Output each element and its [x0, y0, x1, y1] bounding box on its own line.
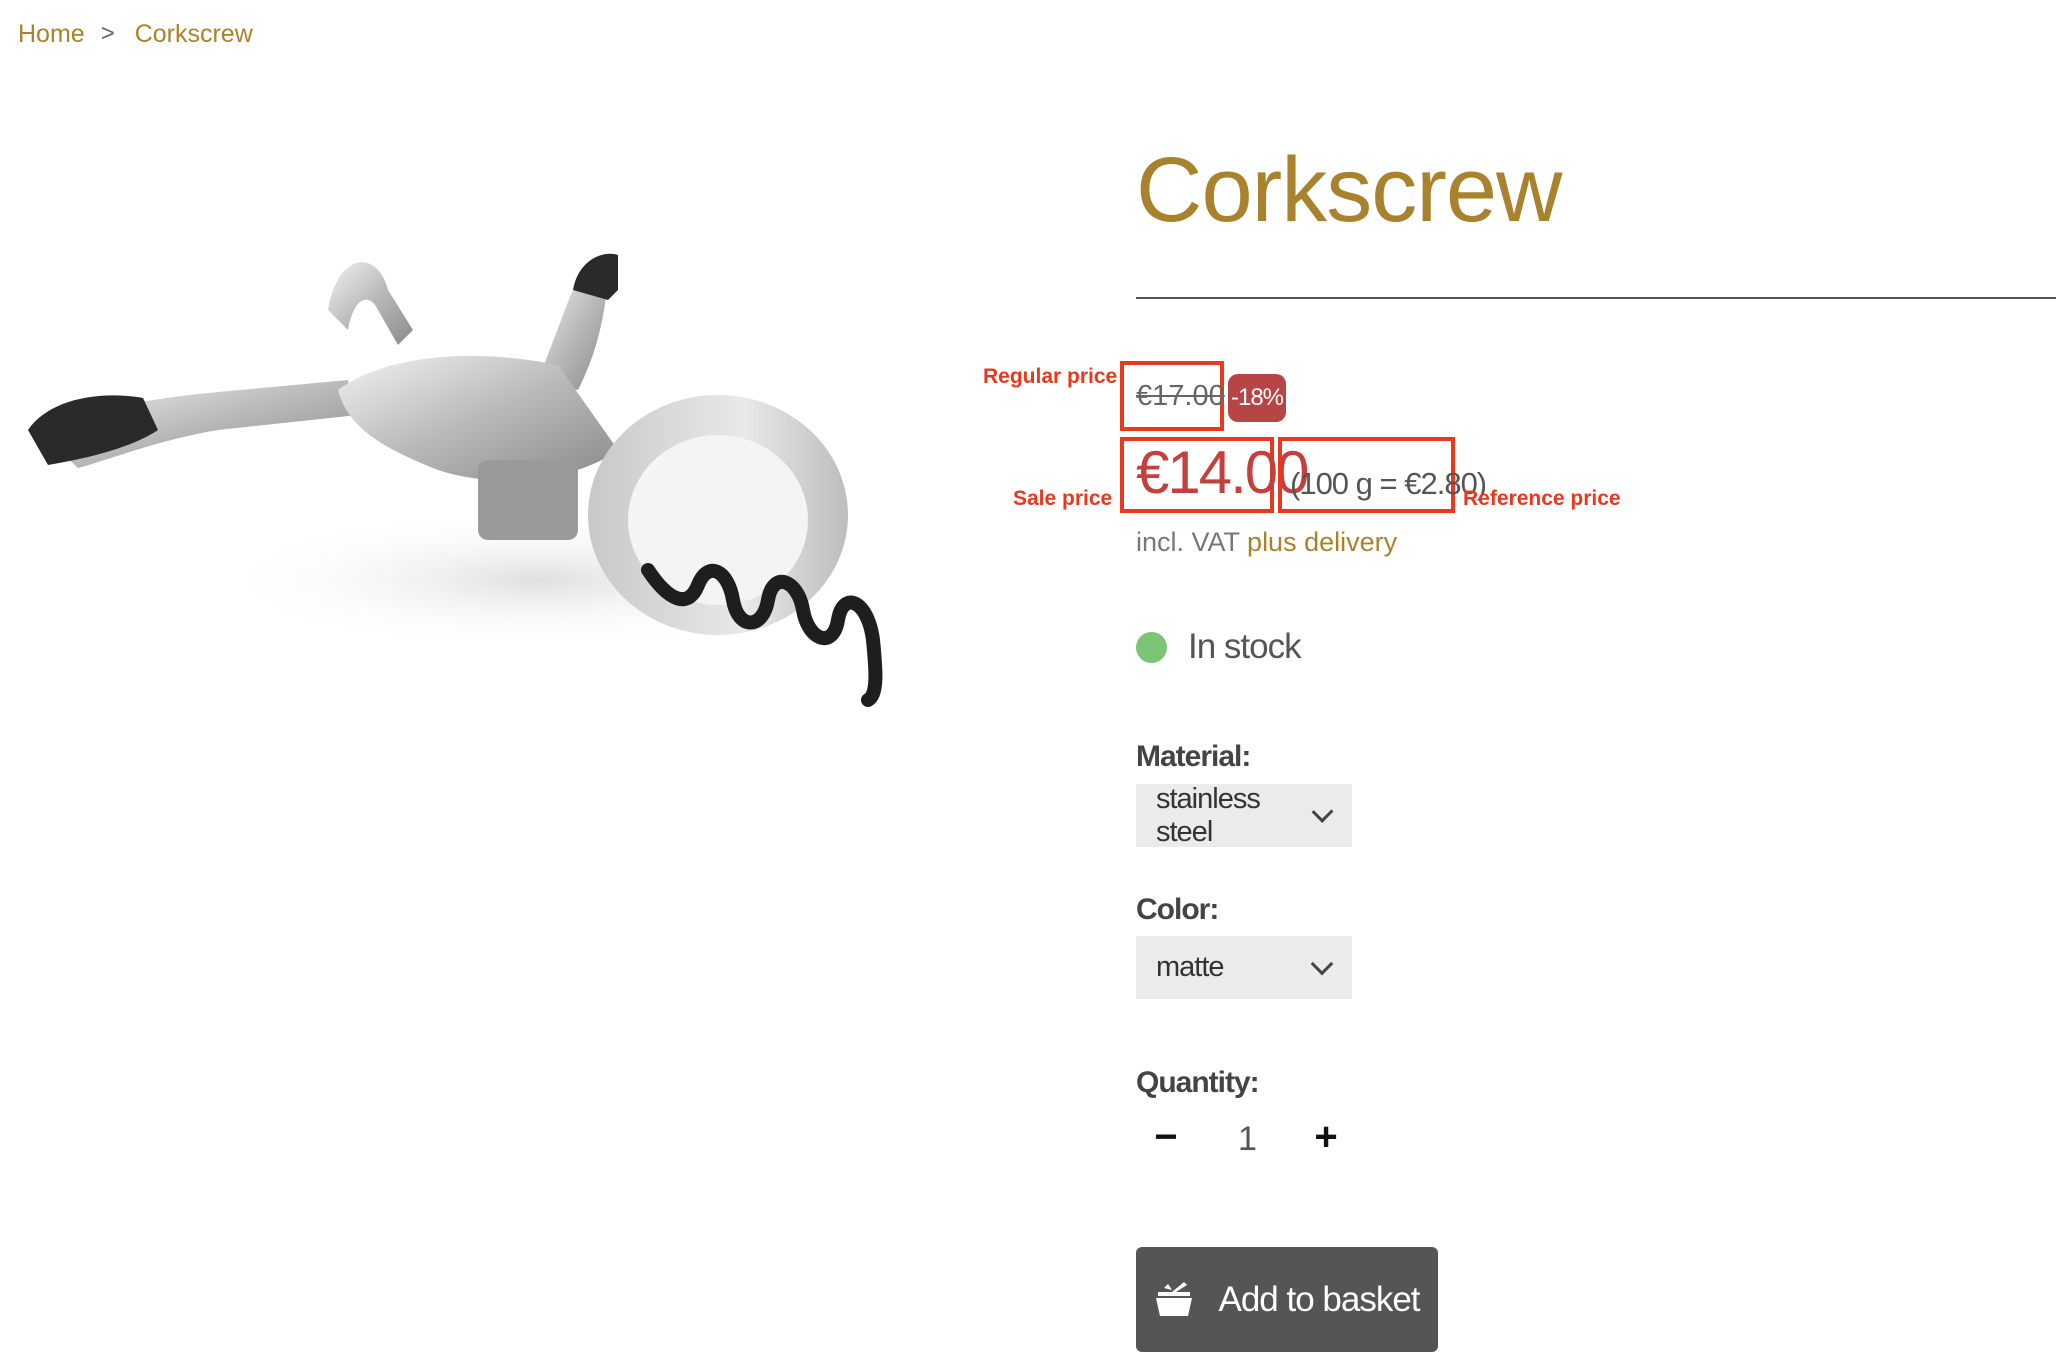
breadcrumb-separator: > — [100, 20, 115, 47]
quantity-value[interactable]: 1 — [1238, 1120, 1257, 1159]
quantity-increase-button[interactable]: + — [1306, 1117, 1346, 1157]
delivery-link[interactable]: plus delivery — [1247, 527, 1397, 557]
color-select[interactable]: matte — [1136, 936, 1352, 999]
add-to-basket-label: Add to basket — [1218, 1279, 1420, 1319]
material-label: Material: — [1136, 740, 1251, 773]
color-selected-value: matte — [1156, 951, 1225, 983]
breadcrumb: Home > Corkscrew — [18, 14, 253, 54]
chevron-down-icon — [1310, 952, 1334, 975]
annotation-regular-price-label: Regular price — [983, 365, 1118, 388]
corkscrew-photo — [28, 253, 883, 707]
vat-text: incl. VAT — [1136, 527, 1240, 557]
vat-info: incl. VAT plus delivery — [1136, 527, 1397, 558]
stock-indicator-icon — [1136, 632, 1167, 663]
breadcrumb-current-link[interactable]: Corkscrew — [135, 20, 253, 49]
discount-badge: -18% — [1228, 374, 1286, 422]
quantity-decrease-button[interactable]: − — [1146, 1117, 1186, 1157]
reference-price: (100 g = €2.80) — [1290, 466, 1487, 501]
product-title: Corkscrew — [1136, 139, 1562, 241]
annotation-sale-price-label: Sale price — [1013, 487, 1113, 510]
basket-icon — [1156, 1281, 1193, 1316]
annotation-reference-price-label: Reference price — [1463, 487, 1621, 510]
color-label: Color: — [1136, 893, 1219, 926]
quantity-label: Quantity: — [1136, 1066, 1260, 1099]
material-select[interactable]: stainless steel — [1136, 782, 1352, 848]
title-divider — [1136, 297, 2056, 299]
stock-status: In stock — [1188, 627, 1302, 666]
product-image[interactable] — [18, 130, 940, 730]
material-selected-value: stainless steel — [1156, 782, 1261, 848]
add-to-basket-button[interactable]: Add to basket — [1136, 1247, 1438, 1352]
breadcrumb-home-link[interactable]: Home — [18, 20, 85, 49]
regular-price: €17.00 — [1136, 380, 1225, 412]
